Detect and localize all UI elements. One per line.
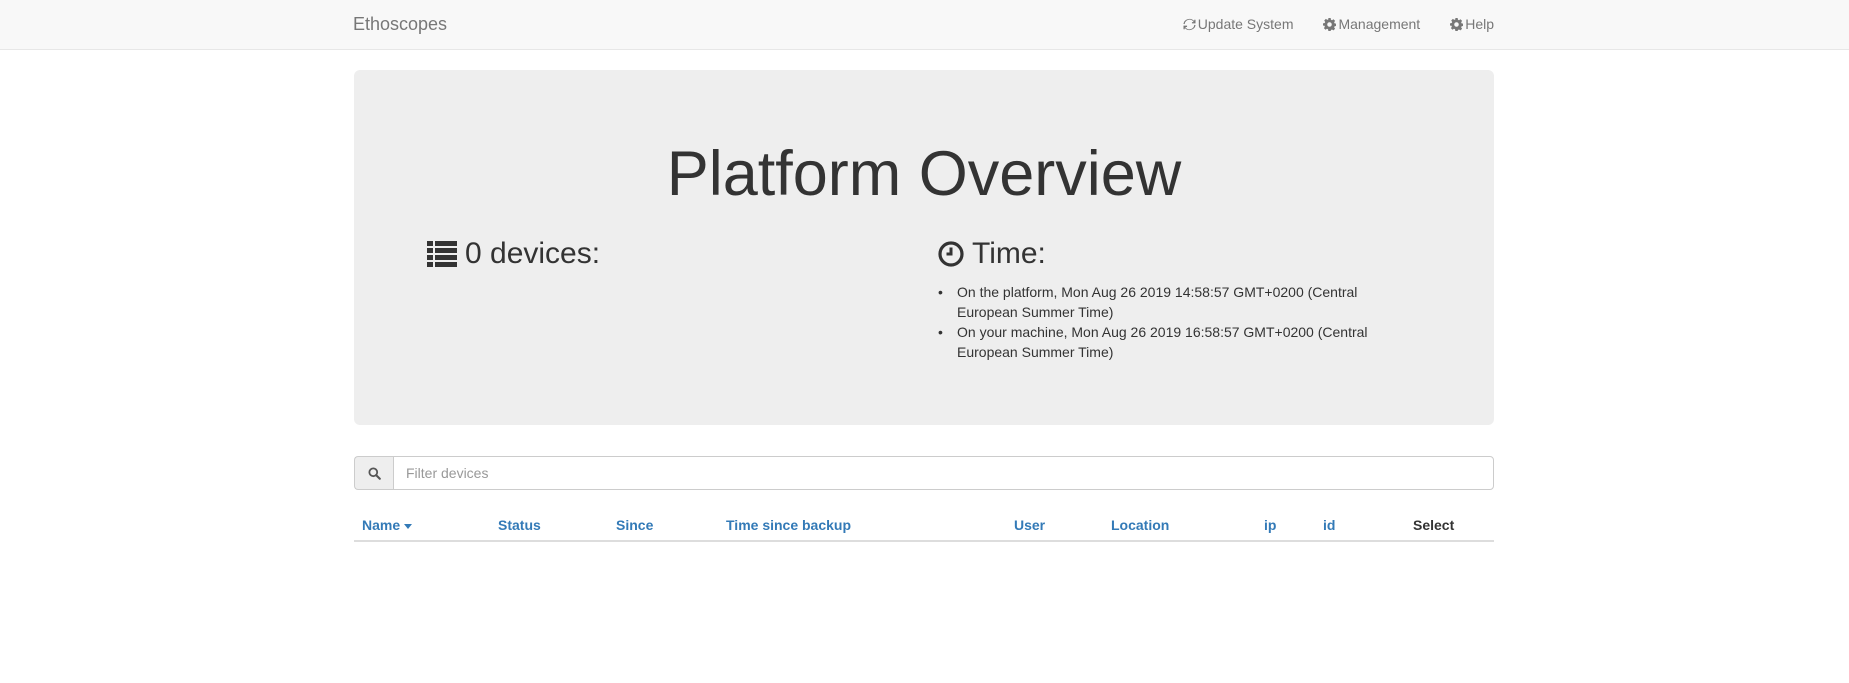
device-filter — [354, 456, 1494, 490]
sort-caret-icon — [404, 523, 413, 529]
devices-table-header: Name Status Since Time since backup User… — [354, 512, 1494, 542]
time-heading-label: Time: — [972, 237, 1046, 270]
update-system-link[interactable]: Update System — [1183, 15, 1294, 33]
machine-time: On your machine, Mon Aug 26 2019 16:58:5… — [938, 322, 1408, 362]
time-summary: Time: On the platform, Mon Aug 26 2019 1… — [938, 236, 1408, 362]
column-header-user[interactable]: User — [1014, 515, 1045, 535]
column-header-time-since-backup[interactable]: Time since backup — [726, 515, 851, 535]
search-addon — [354, 456, 393, 490]
nav-links: Update System Management Help — [1183, 15, 1494, 33]
gear-icon — [1323, 17, 1337, 31]
refresh-icon — [1183, 18, 1196, 30]
devices-count-label: 0 devices: — [465, 237, 601, 270]
devices-summary: 0 devices: — [427, 236, 600, 272]
time-heading: Time: — [938, 236, 1408, 272]
filter-devices-input[interactable] — [393, 456, 1494, 490]
platform-time: On the platform, Mon Aug 26 2019 14:58:5… — [938, 282, 1408, 322]
list-icon — [427, 241, 457, 267]
time-list: On the platform, Mon Aug 26 2019 14:58:5… — [938, 282, 1408, 362]
management-label: Management — [1338, 16, 1421, 32]
help-label: Help — [1465, 16, 1494, 32]
help-link[interactable]: Help — [1450, 15, 1494, 33]
search-icon — [367, 466, 381, 480]
navbar: Ethoscopes Update System Management Help — [0, 0, 1849, 50]
column-name-label: Name — [362, 517, 401, 533]
column-header-ip[interactable]: ip — [1264, 515, 1276, 535]
management-link[interactable]: Management — [1323, 15, 1420, 33]
clock-icon — [938, 241, 964, 267]
column-header-select: Select — [1413, 517, 1455, 533]
page-title: Platform Overview — [666, 139, 1182, 209]
column-header-location[interactable]: Location — [1111, 515, 1169, 535]
column-header-name[interactable]: Name — [362, 515, 413, 535]
column-header-status[interactable]: Status — [498, 515, 541, 535]
devices-heading: 0 devices: — [427, 236, 600, 272]
column-header-since[interactable]: Since — [616, 515, 653, 535]
column-header-id[interactable]: id — [1323, 515, 1335, 535]
brand-link[interactable]: Ethoscopes — [353, 14, 447, 34]
update-system-label: Update System — [1197, 16, 1294, 32]
gear-icon — [1450, 17, 1464, 31]
platform-overview-panel: Platform Overview 0 devices: Time: • On … — [354, 70, 1494, 425]
